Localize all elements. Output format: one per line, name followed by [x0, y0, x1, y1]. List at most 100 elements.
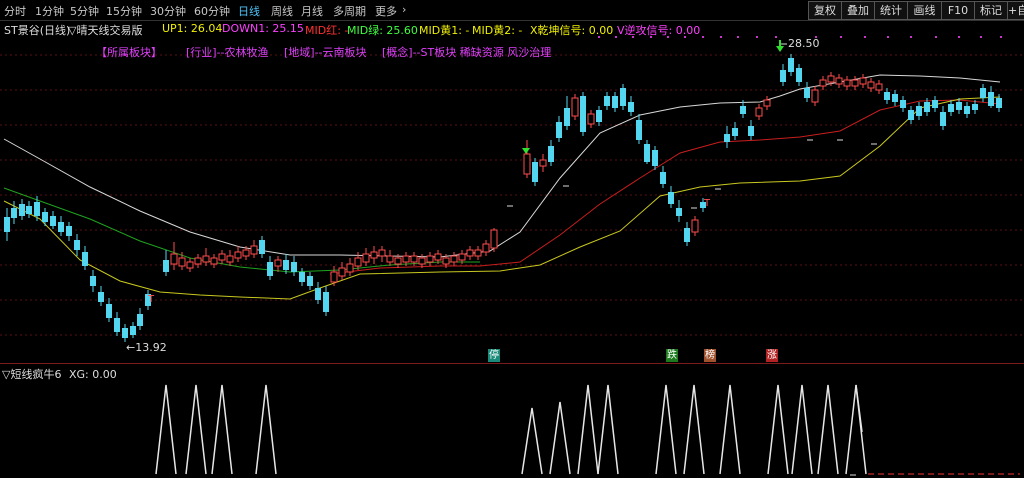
- candle-body-4[interactable]: [34, 202, 40, 216]
- candle-body-60[interactable]: [490, 229, 498, 249]
- candle-body-11[interactable]: [90, 276, 96, 286]
- candle-body-69[interactable]: [587, 113, 595, 125]
- candle-body-44[interactable]: [362, 253, 370, 263]
- candle-body-65[interactable]: [556, 122, 562, 138]
- sub-indicator-chart[interactable]: [0, 380, 1024, 478]
- candle-body-82[interactable]: [691, 219, 699, 233]
- candle-body-94[interactable]: [811, 89, 819, 103]
- candle-body-101[interactable]: [867, 81, 875, 89]
- candle-body-55[interactable]: [450, 255, 458, 263]
- candle-body-77[interactable]: [652, 150, 658, 166]
- candle-body-58[interactable]: [474, 249, 482, 257]
- candle-body-100[interactable]: [859, 77, 867, 85]
- toolbar-button-0[interactable]: 复权: [808, 1, 842, 20]
- more-chevron-icon[interactable]: ›: [402, 3, 406, 16]
- candle-body-112[interactable]: [956, 102, 962, 110]
- toolbar-button-5[interactable]: 标记: [974, 1, 1008, 20]
- candle-body-56[interactable]: [458, 253, 466, 261]
- candle-body-102[interactable]: [875, 83, 883, 91]
- candle-body-3[interactable]: [26, 206, 32, 214]
- candle-body-45[interactable]: [370, 251, 378, 259]
- candle-body-117[interactable]: [996, 98, 1002, 108]
- candle-body-42[interactable]: [346, 263, 354, 273]
- candle-body-8[interactable]: [66, 226, 72, 236]
- candle-body-99[interactable]: [851, 79, 859, 87]
- candle-body-35[interactable]: [291, 262, 297, 272]
- candle-body-5[interactable]: [42, 212, 48, 222]
- candle-body-75[interactable]: [636, 120, 642, 140]
- timeframe-tab-1[interactable]: 1分钟: [35, 3, 64, 19]
- candle-body-9[interactable]: [74, 240, 80, 250]
- timeframe-tab-10[interactable]: 更多: [375, 3, 397, 19]
- candle-body-6[interactable]: [50, 216, 56, 226]
- timeframe-tab-9[interactable]: 多周期: [333, 3, 366, 19]
- candle-body-90[interactable]: [780, 70, 786, 82]
- candle-body-16[interactable]: [130, 326, 136, 335]
- candle-body-23[interactable]: [194, 257, 202, 265]
- candle-body-1[interactable]: [11, 208, 17, 218]
- candle-body-109[interactable]: [932, 100, 938, 108]
- candle-body-34[interactable]: [283, 260, 289, 270]
- candle-body-64[interactable]: [548, 146, 554, 162]
- candle-body-67[interactable]: [571, 97, 579, 117]
- candle-body-49[interactable]: [402, 255, 410, 263]
- candle-body-76[interactable]: [644, 144, 650, 162]
- candle-body-111[interactable]: [948, 104, 954, 112]
- candle-body-39[interactable]: [323, 292, 329, 312]
- candle-body-110[interactable]: [940, 112, 946, 126]
- candle-body-13[interactable]: [106, 304, 112, 318]
- signal-marker-3[interactable]: 涨: [766, 349, 778, 362]
- candle-body-52[interactable]: [426, 255, 434, 263]
- candle-body-22[interactable]: [186, 261, 194, 269]
- candle-body-61[interactable]: [523, 153, 531, 175]
- candle-body-81[interactable]: [684, 228, 690, 242]
- main-price-chart[interactable]: 28.50 ←13.92 T T: [0, 36, 1024, 363]
- candle-body-32[interactable]: [267, 262, 273, 276]
- candle-body-10[interactable]: [82, 252, 88, 266]
- candle-body-25[interactable]: [210, 257, 218, 265]
- candle-body-93[interactable]: [804, 88, 810, 98]
- candle-body-96[interactable]: [827, 75, 835, 83]
- signal-marker-1[interactable]: 跌: [666, 349, 678, 362]
- candle-body-108[interactable]: [924, 102, 930, 112]
- timeframe-tab-8[interactable]: 月线: [301, 3, 323, 19]
- candle-body-37[interactable]: [307, 276, 313, 286]
- candle-body-7[interactable]: [58, 222, 64, 232]
- candle-body-85[interactable]: [732, 128, 738, 136]
- candle-body-47[interactable]: [386, 255, 394, 263]
- candle-body-86[interactable]: [740, 106, 746, 114]
- timeframe-tab-4[interactable]: 30分钟: [150, 3, 186, 19]
- candle-body-87[interactable]: [748, 126, 754, 136]
- toolbar-button-2[interactable]: 统计: [874, 1, 908, 20]
- candle-body-29[interactable]: [242, 249, 250, 257]
- candle-body-20[interactable]: [170, 253, 178, 265]
- candle-body-19[interactable]: [163, 260, 169, 272]
- candle-body-68[interactable]: [580, 96, 586, 132]
- candle-body-43[interactable]: [354, 257, 362, 267]
- candle-body-79[interactable]: [668, 192, 674, 204]
- tag-region[interactable]: [地域]--云南板块: [284, 44, 367, 60]
- candle-body-105[interactable]: [900, 100, 906, 108]
- candle-body-53[interactable]: [434, 253, 442, 261]
- candle-body-92[interactable]: [796, 68, 802, 82]
- timeframe-tab-6[interactable]: 日线: [238, 3, 260, 19]
- candle-body-103[interactable]: [884, 92, 890, 100]
- candle-body-63[interactable]: [539, 159, 547, 167]
- candle-body-21[interactable]: [178, 257, 186, 267]
- candle-body-98[interactable]: [843, 79, 851, 87]
- tag-concept[interactable]: [概念]--ST板块 稀缺资源 风沙治理: [382, 44, 551, 60]
- tag-industry[interactable]: [行业]--农林牧渔: [186, 44, 269, 60]
- candle-body-116[interactable]: [988, 92, 994, 106]
- candle-body-17[interactable]: [137, 314, 143, 326]
- candle-body-14[interactable]: [114, 318, 120, 332]
- candle-body-51[interactable]: [418, 257, 426, 265]
- candle-body-72[interactable]: [612, 96, 618, 108]
- candle-body-12[interactable]: [98, 292, 104, 302]
- candle-body-2[interactable]: [19, 204, 25, 216]
- candle-body-31[interactable]: [259, 240, 265, 254]
- toolbar-button-4[interactable]: F10: [941, 1, 975, 20]
- toolbar-button-1[interactable]: 叠加: [841, 1, 875, 20]
- timeframe-tab-3[interactable]: 15分钟: [106, 3, 142, 19]
- candle-body-73[interactable]: [620, 88, 626, 106]
- candle-body-38[interactable]: [315, 288, 321, 300]
